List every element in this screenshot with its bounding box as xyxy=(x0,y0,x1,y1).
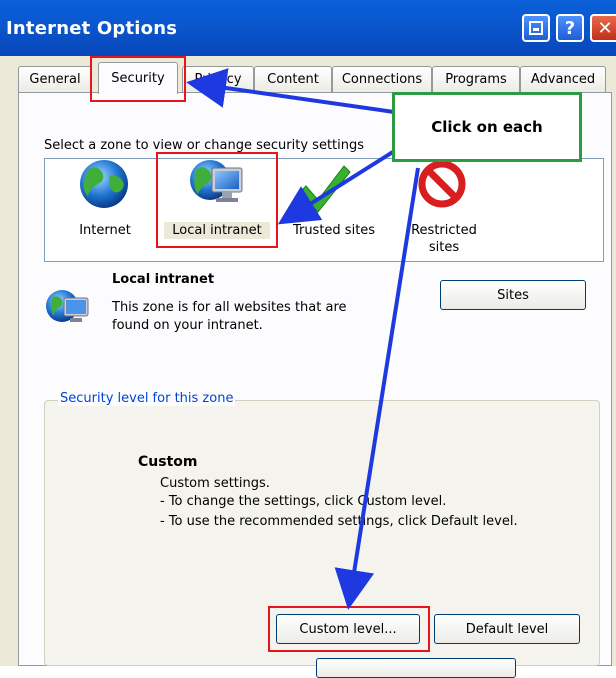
tab-programs[interactable]: Programs xyxy=(432,66,520,92)
tab-advanced[interactable]: Advanced xyxy=(520,66,606,92)
tab-privacy[interactable]: Privacy xyxy=(182,66,254,92)
close-icon: ✕ xyxy=(597,17,613,39)
title-bar: Internet Options ? ✕ xyxy=(0,0,616,56)
help-button[interactable]: ? xyxy=(556,14,584,42)
security-level-title: Custom xyxy=(138,454,198,470)
window-title: Internet Options xyxy=(6,18,178,39)
security-level-desc-line-1: Custom settings. xyxy=(160,476,270,491)
security-level-group-label: Security level for this zone xyxy=(58,391,236,406)
restricted-label-line-1: Restricted xyxy=(411,223,477,238)
zone-restricted-sites-label: Restricted sites xyxy=(404,222,484,256)
tab-general[interactable]: General xyxy=(18,66,92,92)
minimize-button[interactable] xyxy=(522,14,550,42)
select-zone-text: Select a zone to view or change security… xyxy=(44,138,365,153)
tab-security[interactable]: Security xyxy=(98,62,178,94)
zone-internet-label: Internet xyxy=(79,223,131,238)
default-level-button[interactable]: Default level xyxy=(434,614,580,644)
minimize-icon xyxy=(529,21,543,35)
zone-trusted-sites-label: Trusted sites xyxy=(292,223,376,238)
zone-info-desc-line-2: found on your intranet. xyxy=(112,318,263,333)
reset-all-zones-button[interactable] xyxy=(316,658,516,678)
custom-level-button[interactable]: Custom level... xyxy=(276,614,420,644)
security-level-desc-line-2: - To change the settings, click Custom l… xyxy=(160,494,447,509)
close-button[interactable]: ✕ xyxy=(590,14,616,42)
restricted-label-line-2: sites xyxy=(428,240,460,255)
security-level-desc-line-3: - To use the recommended settings, click… xyxy=(160,514,518,529)
zone-info-desc-line-1: This zone is for all websites that are xyxy=(112,300,347,315)
annotation-callout: Click on each xyxy=(392,92,582,162)
tab-content[interactable]: Content xyxy=(254,66,332,92)
sites-button[interactable]: Sites xyxy=(440,280,586,310)
zone-list xyxy=(44,158,604,262)
tab-connections[interactable]: Connections xyxy=(332,66,432,92)
zone-local-intranet-label: Local intranet xyxy=(164,222,270,239)
help-icon: ? xyxy=(564,17,576,39)
zone-info-title: Local intranet xyxy=(112,272,215,287)
